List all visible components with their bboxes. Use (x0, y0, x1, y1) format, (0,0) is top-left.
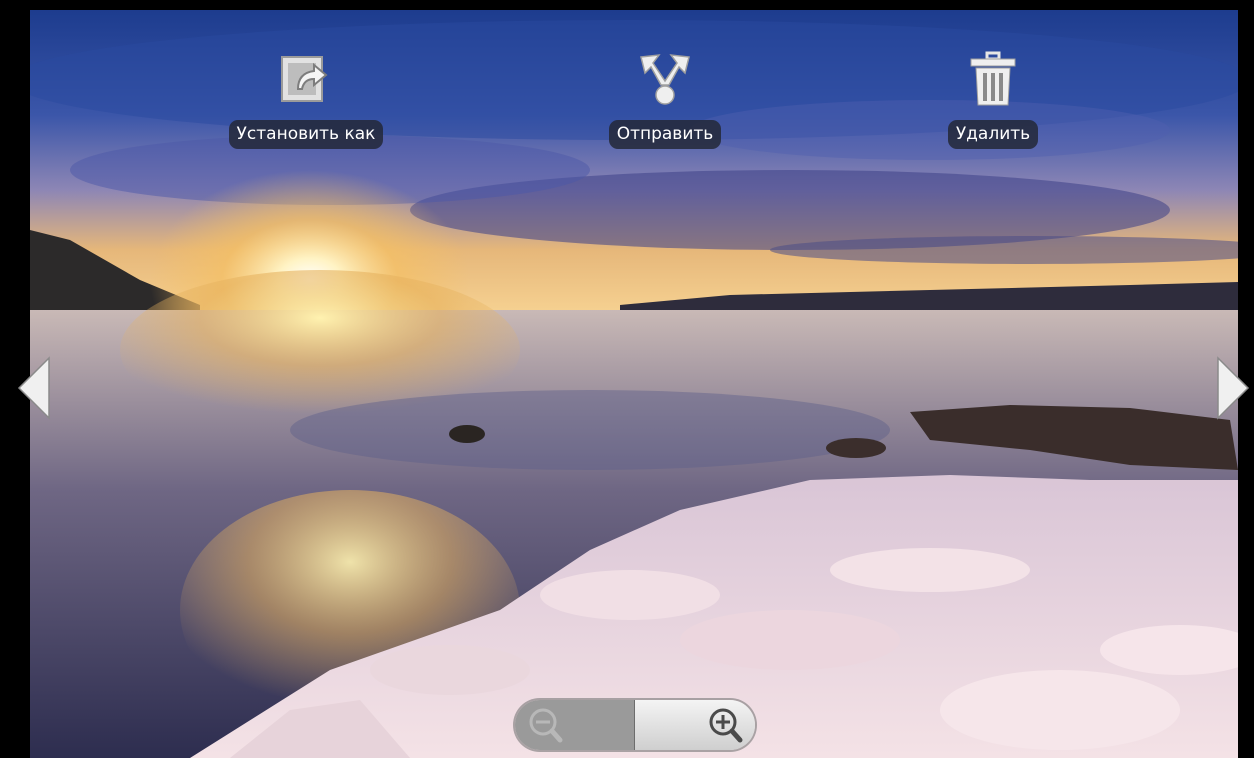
chevron-right-icon (1217, 356, 1250, 420)
share-button[interactable]: Отправить (604, 48, 726, 149)
zoom-out-icon (529, 708, 563, 743)
zoom-in-icon (709, 708, 743, 743)
share-icon (639, 48, 691, 110)
share-label: Отправить (608, 120, 722, 149)
zoom-controls (515, 700, 755, 750)
zoom-in-button[interactable] (635, 700, 755, 750)
trash-icon (967, 48, 1019, 110)
set-as-label: Установить как (228, 120, 384, 149)
delete-label: Удалить (947, 120, 1039, 149)
set-as-icon (280, 48, 332, 110)
gallery-viewer: Установить как Отправить Удалить (0, 0, 1254, 758)
chevron-left-icon (17, 356, 50, 420)
set-as-button[interactable]: Установить как (226, 48, 386, 149)
previous-image-button[interactable] (17, 356, 51, 420)
delete-button[interactable]: Удалить (944, 48, 1042, 149)
zoom-out-button[interactable] (515, 700, 635, 750)
next-image-button[interactable] (1216, 356, 1250, 420)
